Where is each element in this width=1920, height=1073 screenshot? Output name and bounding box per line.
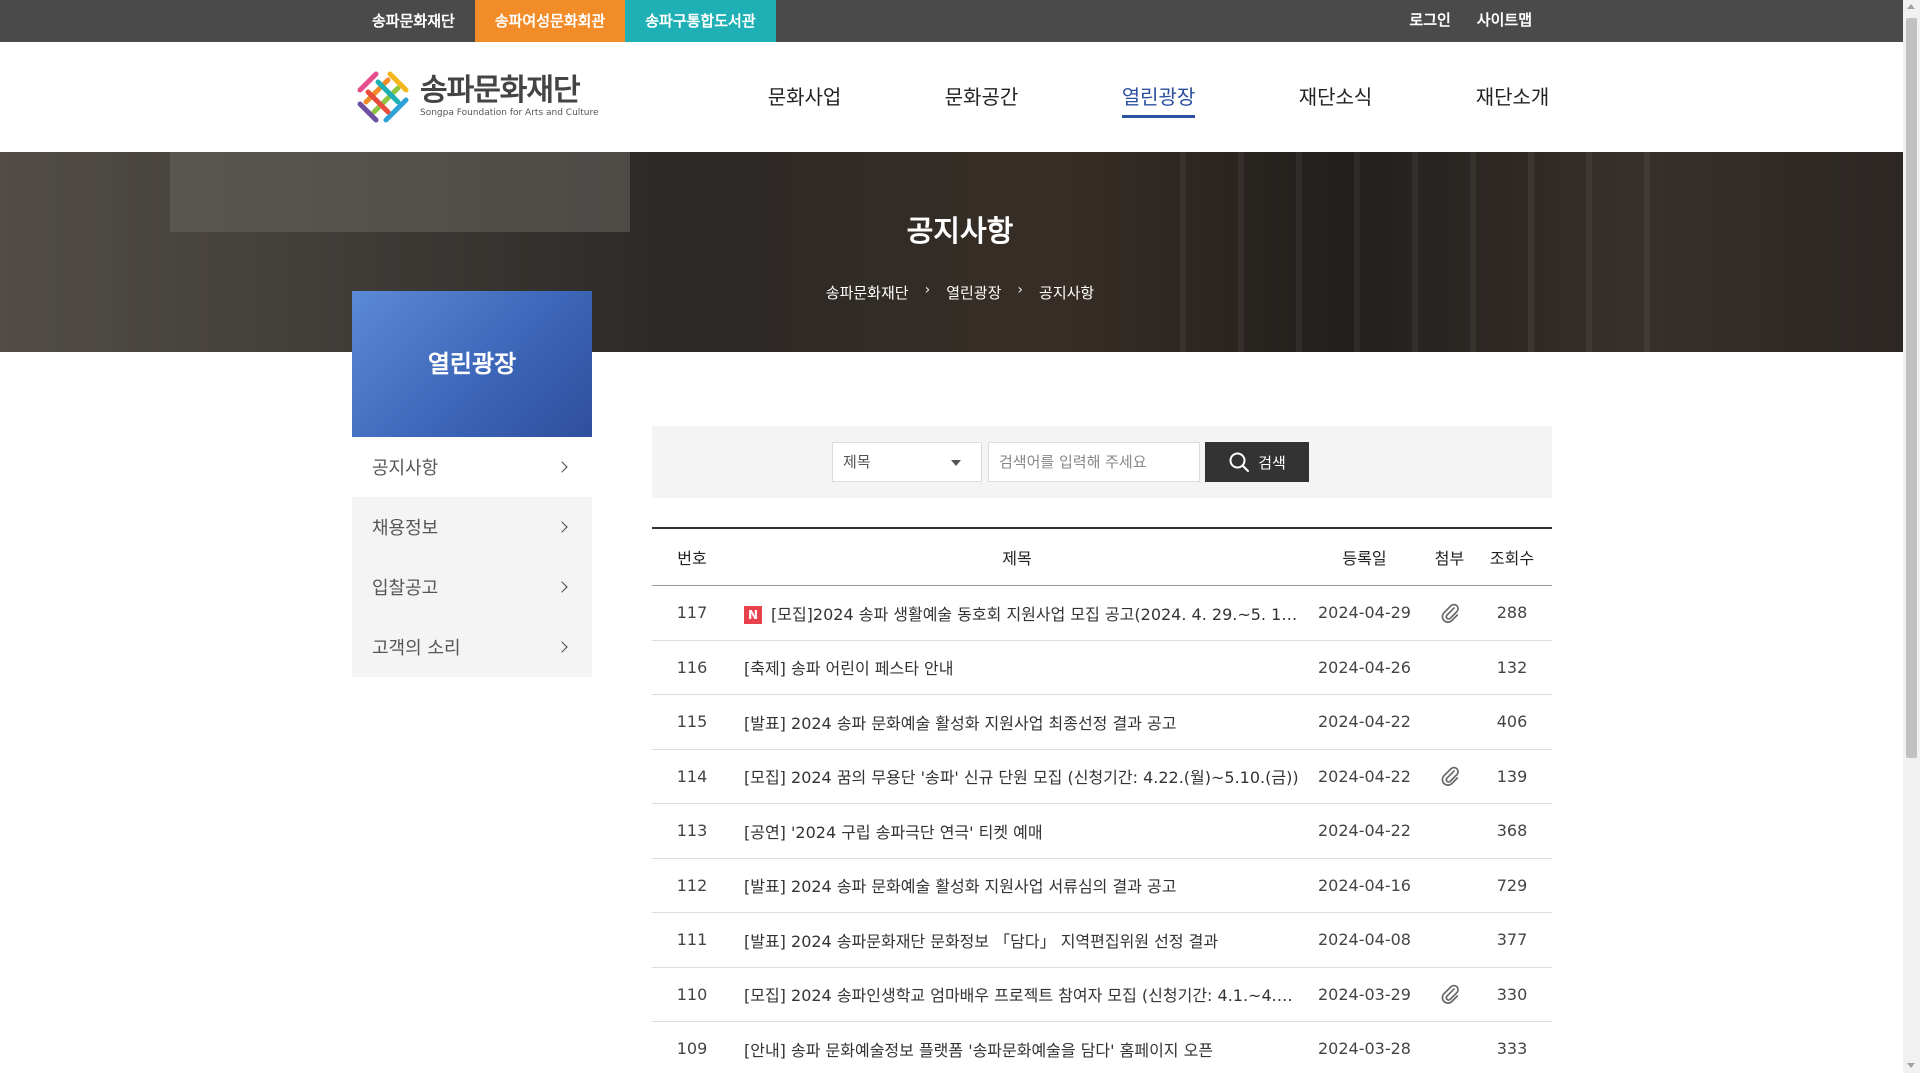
search-input[interactable] (988, 442, 1200, 482)
top-bar: 송파문화재단 송파여성문화회관 송파구통합도서관 로그인 사이트맵 (0, 0, 1920, 42)
attachment-icon[interactable] (1439, 765, 1461, 787)
header-attachment: 첨부 (1434, 549, 1465, 568)
nav-foundation-intro[interactable]: 재단소개 (1424, 42, 1601, 152)
page-title: 공지사항 (906, 214, 1014, 248)
header-title: 제목 (1002, 549, 1032, 568)
table-row[interactable]: 114 [모집] 2024 꿈의 무용단 '송파' 신규 단원 모집 (신청기간… (652, 750, 1552, 804)
new-badge: N (744, 605, 762, 624)
breadcrumb-home[interactable]: 송파문화재단 (826, 282, 909, 303)
site-link-library[interactable]: 송파구통합도서관 (625, 0, 776, 42)
table-row[interactable]: 112 [발표] 2024 송파 문화예술 활성화 지원사업 서류심의 결과 공… (652, 859, 1552, 913)
breadcrumb: 송파문화재단 › 열린광장 › 공지사항 (0, 282, 1920, 303)
table-row[interactable]: 109 [안내] 송파 문화예술정보 플랫폼 '송파문화예술을 담다' 홈페이지… (652, 1022, 1552, 1073)
row-title-link[interactable]: [축제] 송파 어린이 페스타 안내 (732, 655, 1302, 679)
header-date: 등록일 (1342, 549, 1387, 568)
login-link[interactable]: 로그인 (1409, 0, 1450, 42)
chevron-right-icon (556, 581, 568, 593)
main-nav: 문화사업 문화공간 열린광장 재단소식 재단소개 (716, 42, 1601, 152)
nav-foundation-news[interactable]: 재단소식 (1247, 42, 1424, 152)
chevron-right-icon (556, 521, 568, 533)
search-panel: 제목 검색 (652, 426, 1552, 498)
site-link-women-center[interactable]: 송파여성문화회관 (474, 0, 626, 42)
side-nav-item-jobs[interactable]: 채용정보 (352, 497, 592, 557)
table-row[interactable]: 110 [모집] 2024 송파인생학교 엄마배우 프로젝트 참여자 모집 (신… (652, 968, 1552, 1022)
row-title-link[interactable]: [공연] '2024 구립 송파극단 연극' 티켓 예매 (732, 819, 1302, 843)
attachment-icon[interactable] (1439, 983, 1461, 1005)
row-title-link[interactable]: N [모집]2024 송파 생활예술 동호회 지원사업 모집 공고(2024. 4… (732, 601, 1302, 625)
utility-links: 로그인 사이트맵 (1409, 0, 1532, 42)
logo-subtitle: Songpa Foundation for Arts and Culture (420, 108, 599, 118)
chevron-right-icon (556, 641, 568, 653)
search-field-select[interactable]: 제목 (832, 442, 982, 482)
row-title-link[interactable]: [발표] 2024 송파문화재단 문화정보 「담다」 지역편집위원 선정 결과 (732, 928, 1302, 952)
side-nav-title: 열린광장 (352, 291, 592, 437)
breadcrumb-chevron-icon: › (924, 282, 931, 298)
search-icon (1229, 452, 1250, 472)
row-title-link[interactable]: [발표] 2024 송파 문화예술 활성화 지원사업 최종선정 결과 공고 (732, 710, 1302, 734)
logo[interactable]: 송파문화재단 Songpa Foundation for Arts and Cu… (352, 66, 599, 128)
site-link-foundation[interactable]: 송파문화재단 (352, 0, 475, 42)
caret-down-icon (951, 460, 961, 466)
nav-culture-spaces[interactable]: 문화공간 (893, 42, 1070, 152)
side-nav-item-customer-voice[interactable]: 고객의 소리 (352, 617, 592, 677)
side-nav-item-bids[interactable]: 입찰공고 (352, 557, 592, 617)
chevron-right-icon (556, 461, 568, 473)
breadcrumb-chevron-icon: › (1017, 282, 1024, 298)
search-button[interactable]: 검색 (1205, 442, 1309, 482)
table-row[interactable]: 111 [발표] 2024 송파문화재단 문화정보 「담다」 지역편집위원 선정… (652, 913, 1552, 968)
row-title-link[interactable]: [모집] 2024 송파인생학교 엄마배우 프로젝트 참여자 모집 (신청기간:… (732, 982, 1302, 1006)
side-nav-item-notice[interactable]: 공지사항 (352, 437, 592, 497)
page-banner: 공지사항 송파문화재단 › 열린광장 › 공지사항 (0, 152, 1920, 352)
scroll-down-arrow-icon[interactable] (1907, 1063, 1915, 1068)
table-row[interactable]: 117 N [모집]2024 송파 생활예술 동호회 지원사업 모집 공고(202… (652, 586, 1552, 641)
breadcrumb-open-plaza[interactable]: 열린광장 (946, 282, 1001, 303)
table-row[interactable]: 115 [발표] 2024 송파 문화예술 활성화 지원사업 최종선정 결과 공… (652, 695, 1552, 750)
side-nav: 공지사항 채용정보 입찰공고 고객의 소리 (352, 437, 592, 677)
sitemap-link[interactable]: 사이트맵 (1477, 0, 1532, 42)
table-row[interactable]: 116 [축제] 송파 어린이 페스타 안내 2024-04-26 132 (652, 641, 1552, 695)
nav-open-plaza[interactable]: 열린광장 (1070, 42, 1247, 152)
attachment-icon[interactable] (1439, 602, 1461, 624)
header: 송파문화재단 Songpa Foundation for Arts and Cu… (0, 42, 1920, 152)
header-views: 조회수 (1489, 549, 1535, 568)
table-header: 번호 제목 등록일 첨부 조회수 (652, 529, 1552, 586)
logo-knot-icon (357, 71, 409, 123)
table-row[interactable]: 113 [공연] '2024 구립 송파극단 연극' 티켓 예매 2024-04… (652, 804, 1552, 859)
breadcrumb-current[interactable]: 공지사항 (1039, 282, 1094, 303)
row-title-link[interactable]: [발표] 2024 송파 문화예술 활성화 지원사업 서류심의 결과 공고 (732, 873, 1302, 897)
notice-table: 번호 제목 등록일 첨부 조회수 117 N [모집]2024 송파 생활예술 동… (652, 527, 1552, 1073)
nav-culture-projects[interactable]: 문화사업 (716, 42, 893, 152)
family-sites: 송파문화재단 송파여성문화회관 송파구통합도서관 (352, 0, 776, 42)
logo-name: 송파문화재단 (420, 73, 581, 108)
scroll-up-arrow-icon[interactable] (1907, 4, 1915, 9)
header-number: 번호 (677, 549, 707, 568)
row-title-link[interactable]: [모집] 2024 꿈의 무용단 '송파' 신규 단원 모집 (신청기간: 4.… (732, 764, 1302, 788)
scrollbar-thumb[interactable] (1906, 18, 1917, 758)
row-title-link[interactable]: [안내] 송파 문화예술정보 플랫폼 '송파문화예술을 담다' 홈페이지 오픈 (732, 1037, 1302, 1061)
